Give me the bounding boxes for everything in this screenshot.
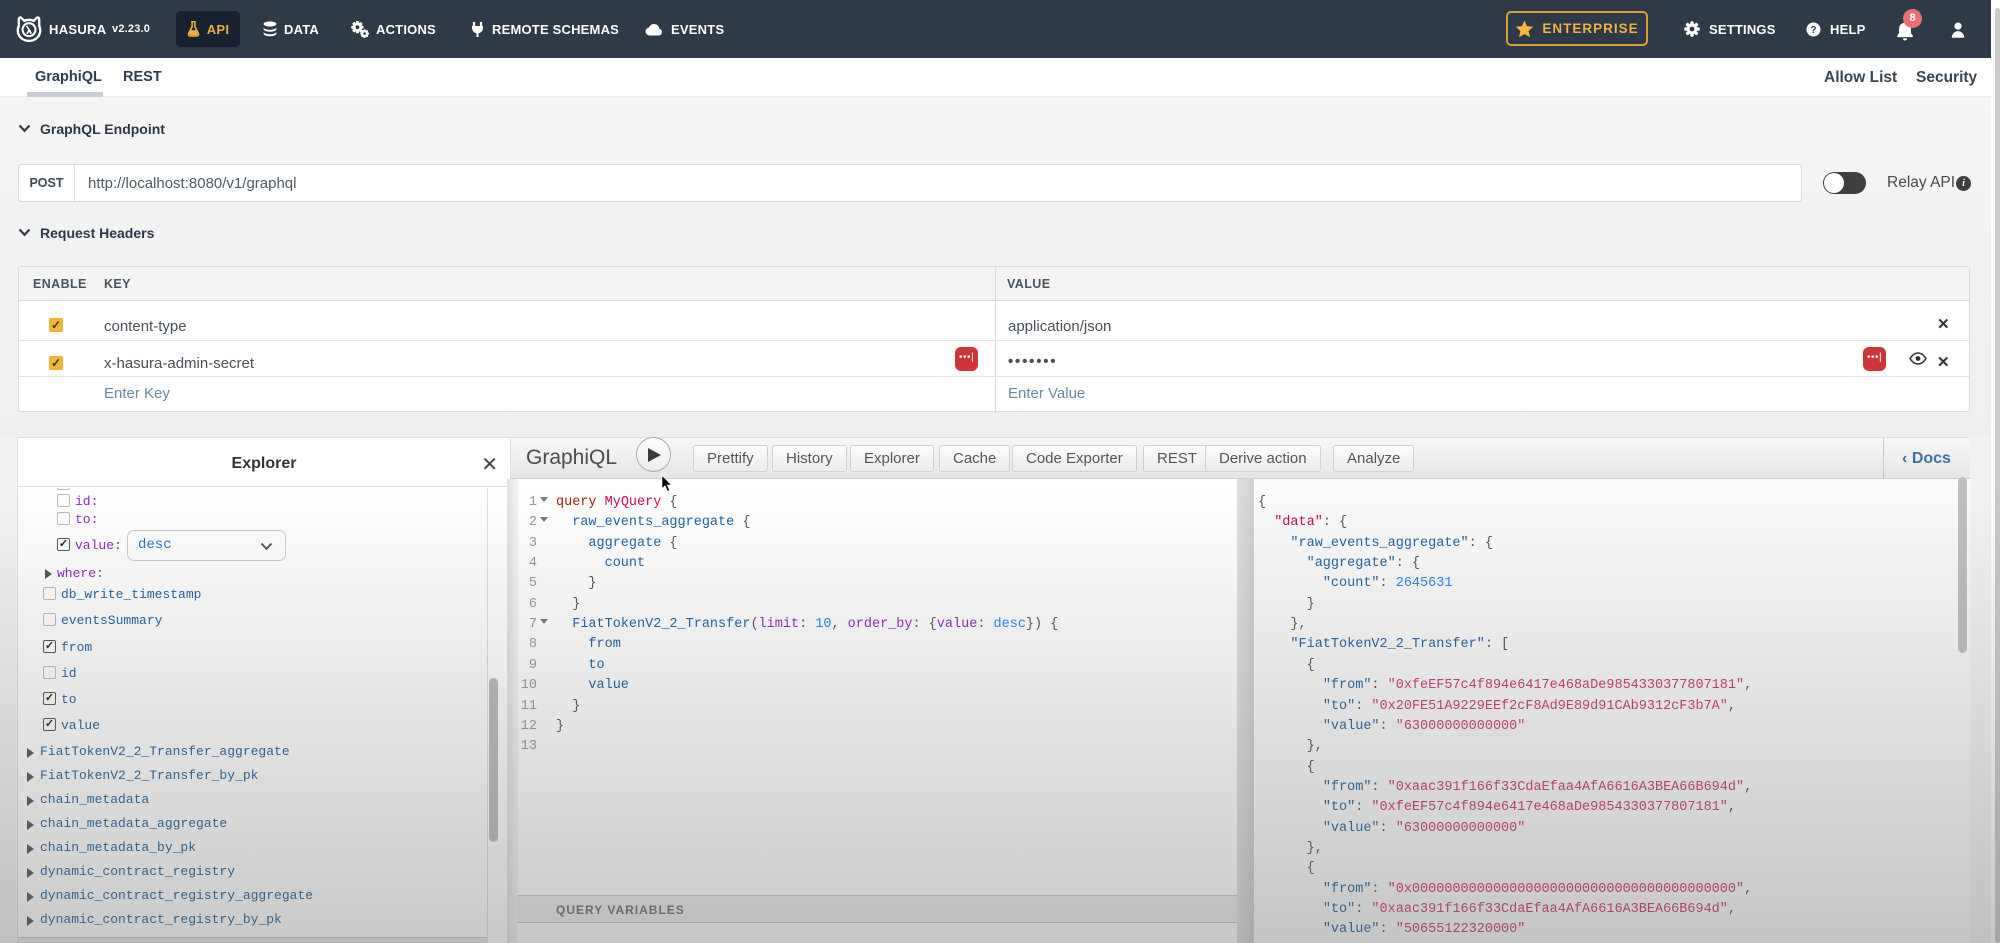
svg-text:?: ? <box>1810 25 1816 36</box>
